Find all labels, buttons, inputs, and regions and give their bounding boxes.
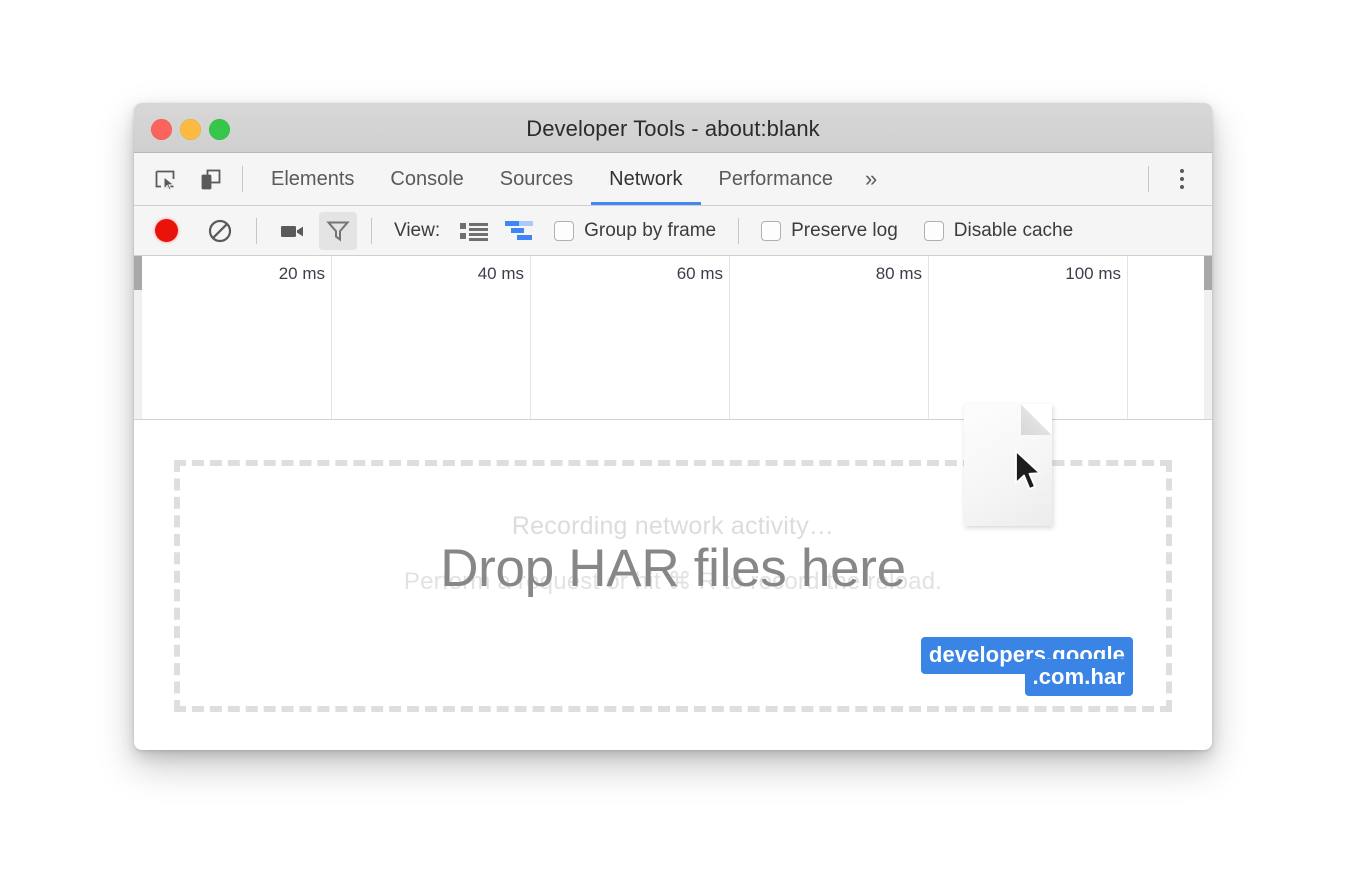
tab-network[interactable]: Network [591, 153, 700, 205]
tab-sources[interactable]: Sources [482, 153, 591, 205]
camera-icon [279, 219, 307, 243]
tabbar-divider [242, 166, 243, 192]
timeline-right-scrollbar[interactable] [1204, 256, 1212, 420]
preserve-log-checkbox-box[interactable] [761, 221, 781, 241]
preserve-log-label: Preserve log [791, 220, 898, 242]
tabbar-icon-group [134, 153, 224, 205]
tab-network-label: Network [609, 168, 682, 191]
tabbar-right-group [1148, 153, 1212, 205]
timeline-tick-label: 20 ms [279, 264, 325, 284]
waterfall-view-button[interactable] [502, 215, 538, 247]
tab-elements-label: Elements [271, 168, 354, 191]
list-view-button[interactable] [458, 215, 490, 247]
timeline-tick: 80 ms [730, 256, 929, 419]
kebab-menu-icon[interactable] [1169, 166, 1195, 192]
tab-console-label: Console [390, 168, 463, 191]
timeline-tick: 40 ms [332, 256, 531, 419]
more-tabs-button[interactable]: » [851, 153, 891, 205]
capture-screenshots-button[interactable] [277, 215, 309, 247]
panel-tabs: Elements Console Sources Network Perform… [253, 153, 891, 205]
har-dropzone[interactable]: Recording network activity… Perform a re… [134, 420, 1212, 749]
timeline-tick: 60 ms [531, 256, 730, 419]
timeline-tick: 20 ms [142, 256, 332, 419]
window-titlebar[interactable]: Developer Tools - about:blank [134, 103, 1212, 153]
filter-funnel-icon [325, 218, 351, 244]
network-timeline-overview[interactable]: 20 ms 40 ms 60 ms 80 ms 100 ms [134, 256, 1212, 420]
filter-button[interactable] [319, 212, 357, 250]
list-view-icon [459, 220, 489, 242]
toolbar-divider-2 [371, 218, 372, 244]
view-label: View: [394, 220, 440, 242]
timeline-tick-label: 60 ms [677, 264, 723, 284]
disable-cache-checkbox[interactable]: Disable cache [924, 220, 1073, 242]
tab-sources-label: Sources [500, 168, 573, 191]
devtools-window: Developer Tools - about:blank [134, 103, 1212, 750]
window-title: Developer Tools - about:blank [134, 116, 1212, 142]
screen: Developer Tools - about:blank [0, 0, 1372, 888]
timeline-grid: 20 ms 40 ms 60 ms 80 ms 100 ms [142, 256, 1212, 419]
timeline-tick-label: 40 ms [478, 264, 524, 284]
waterfall-view-icon [504, 219, 536, 243]
record-icon [155, 219, 178, 242]
disable-cache-checkbox-box[interactable] [924, 221, 944, 241]
toolbar-divider-3 [738, 218, 739, 244]
tab-performance-label: Performance [719, 168, 834, 191]
clear-button[interactable] [204, 215, 236, 247]
disable-cache-label: Disable cache [954, 220, 1073, 242]
record-button[interactable] [150, 215, 182, 247]
clear-icon [207, 218, 233, 244]
toolbar-divider-1 [256, 218, 257, 244]
group-by-frame-label: Group by frame [584, 220, 716, 242]
timeline-tick [1128, 256, 1212, 419]
tabbar-right-divider [1148, 166, 1149, 192]
timeline-tick-label: 80 ms [876, 264, 922, 284]
dropzone-title: Drop HAR files here [134, 538, 1212, 599]
tab-elements[interactable]: Elements [253, 153, 372, 205]
group-by-frame-checkbox-box[interactable] [554, 221, 574, 241]
tab-performance[interactable]: Performance [701, 153, 852, 205]
group-by-frame-checkbox[interactable]: Group by frame [554, 220, 716, 242]
device-toolbar-icon[interactable] [198, 166, 224, 192]
inspect-element-icon[interactable] [152, 166, 178, 192]
tab-console[interactable]: Console [372, 153, 481, 205]
preserve-log-checkbox[interactable]: Preserve log [761, 220, 898, 242]
devtools-tabbar: Elements Console Sources Network Perform… [134, 153, 1212, 206]
timeline-tick-label: 100 ms [1065, 264, 1121, 284]
timeline-left-scrollbar[interactable] [134, 256, 142, 420]
timeline-tick: 100 ms [929, 256, 1128, 419]
network-toolbar: View: [134, 206, 1212, 256]
chevron-double-right-icon: » [865, 166, 877, 192]
